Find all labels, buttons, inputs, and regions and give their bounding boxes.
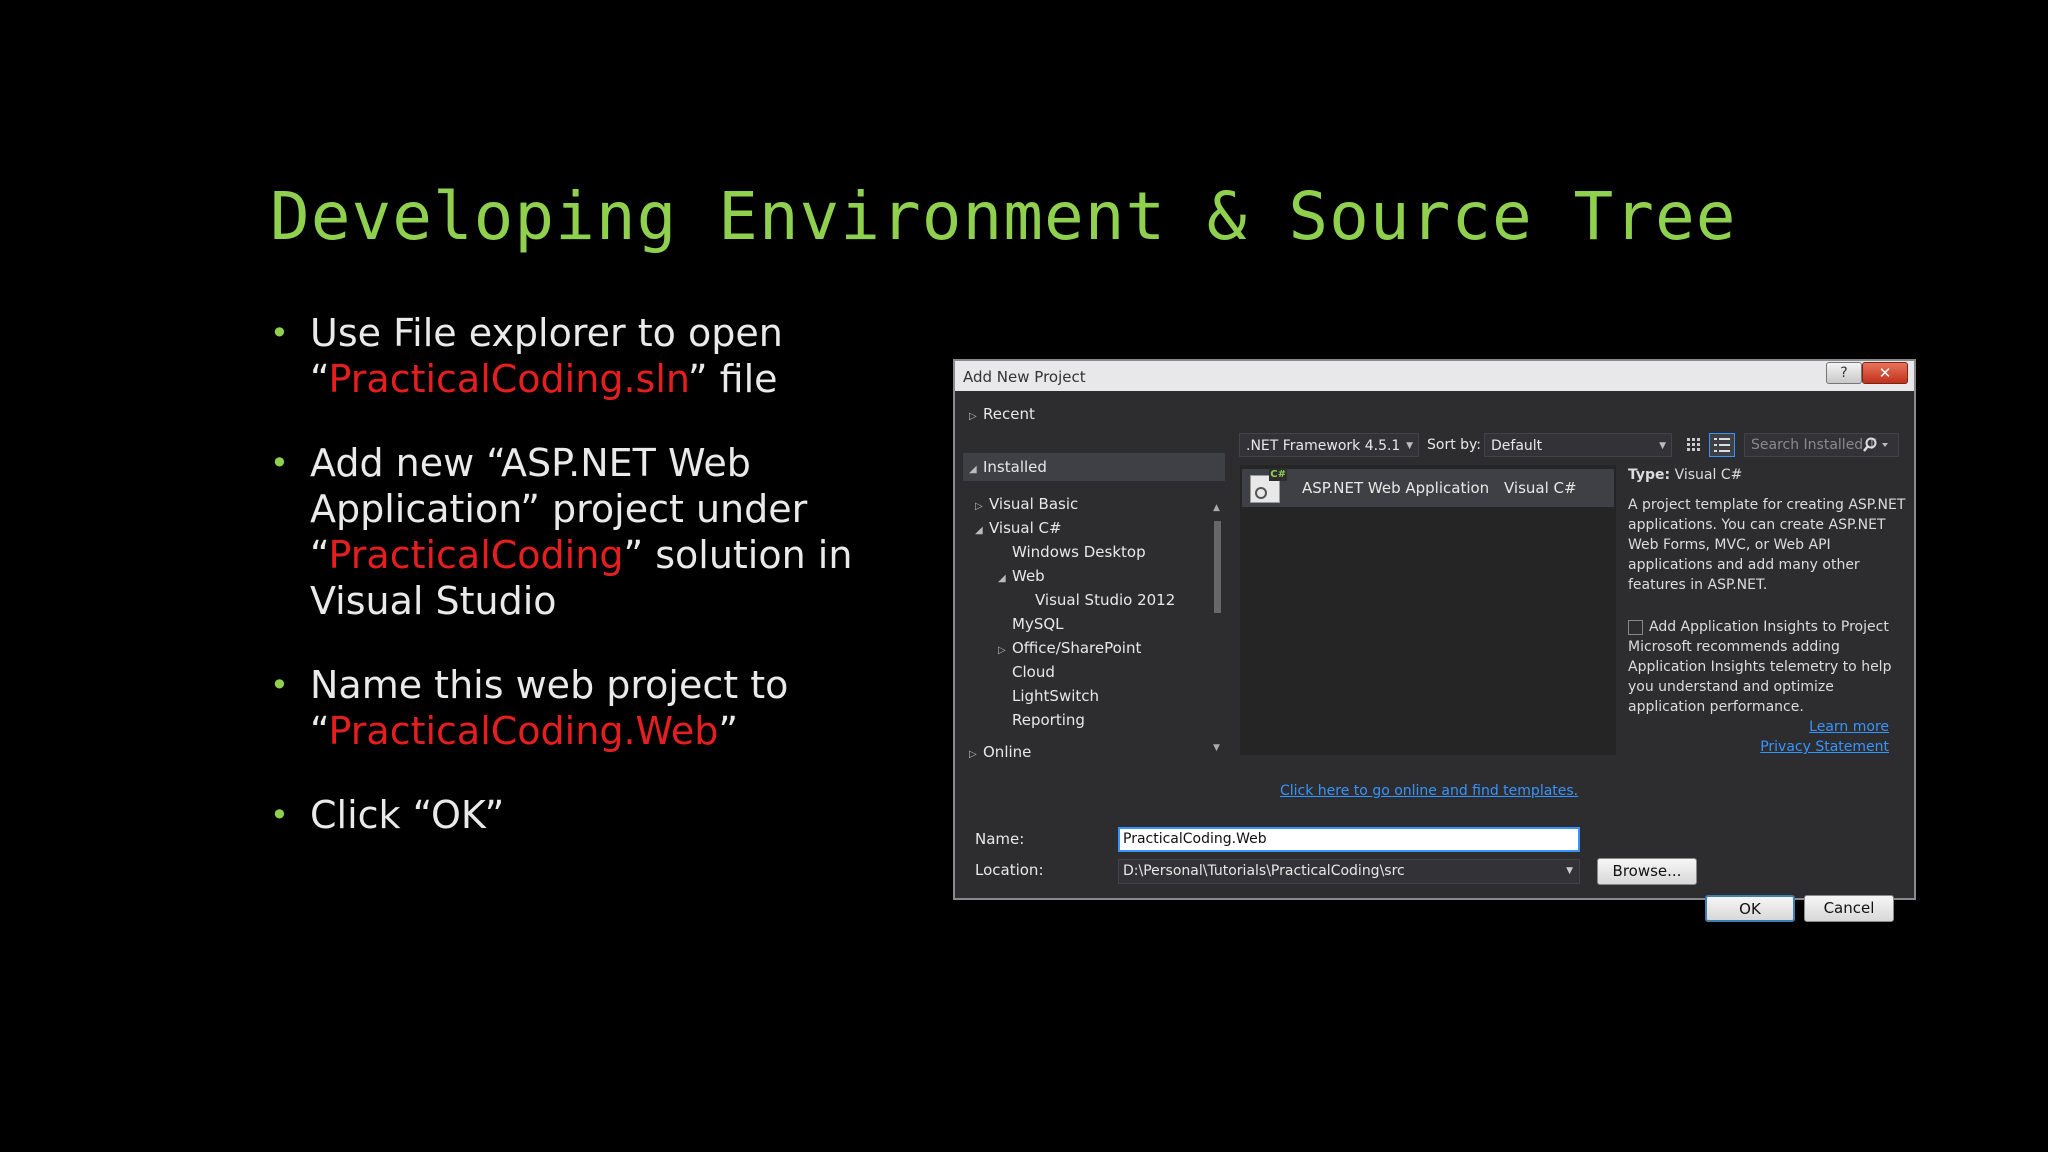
location-value: D:\Personal\Tutorials\PracticalCoding\sr… — [1123, 863, 1405, 879]
list-view-icon[interactable] — [1709, 433, 1735, 457]
scroll-down-icon[interactable]: ▼ — [1213, 743, 1220, 753]
small-icons-view-icon[interactable] — [1686, 437, 1702, 453]
collapse-arrow-icon[interactable]: ◢ — [998, 573, 1012, 584]
template-lang: Visual C# — [1504, 479, 1577, 497]
tree-label: Recent — [983, 405, 1035, 423]
insights-label: Add Application Insights to Project — [1649, 619, 1889, 635]
tree-item-visual-basic[interactable]: ▷ Visual Basic — [975, 495, 1078, 513]
bullet-list: • Use File explorer to open “PracticalCod… — [270, 310, 890, 876]
tree-label: Office/SharePoint — [1012, 639, 1142, 657]
scrollbar-thumb[interactable] — [1214, 521, 1221, 613]
tree-label: LightSwitch — [1012, 687, 1100, 705]
bullet-item: • Name this web project to “PracticalCodi… — [270, 662, 890, 754]
bullet-text-end: ” file — [687, 357, 778, 401]
dialog-titlebar[interactable]: Add New Project ? ✕ — [955, 361, 1914, 391]
bullet-dot: • — [270, 314, 289, 352]
tree-label: Reporting — [1012, 711, 1085, 729]
type-value: Visual C# — [1674, 467, 1743, 483]
close-button[interactable]: ✕ — [1862, 362, 1908, 384]
search-icon[interactable] — [1862, 437, 1892, 453]
dialog-client: ▷ Recent ◢ Installed ▷ Visual Basic ◢ Visual… — [959, 393, 1913, 922]
expand-arrow-icon[interactable]: ▷ — [975, 501, 989, 512]
collapse-arrow-icon[interactable]: ◢ — [969, 464, 983, 475]
collapse-arrow-icon[interactable]: ◢ — [975, 525, 989, 536]
name-label: Name: — [975, 830, 1025, 848]
tree-item-visual-csharp[interactable]: ◢ Visual C# — [975, 519, 1062, 537]
cancel-button[interactable]: Cancel — [1804, 895, 1894, 922]
tree-item-mysql[interactable]: MySQL — [1012, 615, 1064, 633]
tree-label: Visual Basic — [989, 495, 1079, 513]
framework-value: .NET Framework 4.5.1 — [1246, 438, 1401, 454]
bullet-dot: • — [270, 444, 289, 482]
browse-button[interactable]: Browse... — [1597, 858, 1697, 885]
name-input[interactable]: PracticalCoding.Web — [1118, 827, 1580, 852]
sort-by-label: Sort by: — [1427, 437, 1482, 453]
chevron-down-icon: ▼ — [1566, 866, 1573, 876]
tree-item-recent[interactable]: ▷ Recent — [969, 405, 1035, 423]
template-details: Type: Visual C# A project template for c… — [1628, 465, 1913, 757]
location-select[interactable]: D:\Personal\Tutorials\PracticalCoding\sr… — [1118, 859, 1580, 884]
globe-icon — [1255, 487, 1267, 499]
tree-label: Online — [983, 743, 1032, 761]
bullet-dot: • — [270, 666, 289, 704]
expand-arrow-icon[interactable]: ▷ — [969, 411, 983, 422]
dialog-title: Add New Project — [963, 368, 1086, 386]
bullet-item: • Use File explorer to open “PracticalCod… — [270, 310, 890, 402]
tree-label: Installed — [983, 458, 1047, 476]
bullet-highlight: PracticalCoding.sln — [328, 357, 688, 401]
tree-item-lightswitch[interactable]: LightSwitch — [1012, 687, 1099, 705]
tree-item-reporting[interactable]: Reporting — [1012, 711, 1085, 729]
bullet-item: • Add new “ASP.NET Web Application” proje… — [270, 440, 890, 624]
tree-label: MySQL — [1012, 615, 1064, 633]
chevron-down-icon: ▼ — [1659, 441, 1666, 451]
sort-select[interactable]: Default ▼ — [1484, 433, 1672, 457]
bullet-text-end: ” — [718, 709, 739, 753]
tree-item-vs2012[interactable]: Visual Studio 2012 — [1035, 591, 1175, 609]
tree-label: Windows Desktop — [1012, 543, 1146, 561]
add-new-project-dialog: Add New Project ? ✕ ▷ Recent ◢ Installed ▷… — [953, 359, 1916, 922]
insights-text: Microsoft recommends adding Application … — [1628, 639, 1892, 715]
expand-arrow-icon[interactable]: ▷ — [998, 645, 1012, 656]
bullet-highlight: PracticalCoding — [328, 533, 624, 577]
help-button[interactable]: ? — [1826, 362, 1862, 384]
bullet-item: • Click “OK” — [270, 792, 890, 838]
template-list: C# ASP.NET Web Application Visual C# — [1240, 465, 1616, 755]
tree-label: Visual C# — [989, 519, 1062, 537]
tree-item-online[interactable]: ▷ Online — [969, 743, 1031, 761]
web-application-icon: C# — [1250, 468, 1287, 503]
tree-item-windows-desktop[interactable]: Windows Desktop — [1012, 543, 1146, 561]
framework-select[interactable]: .NET Framework 4.5.1 ▼ — [1239, 433, 1419, 457]
expand-arrow-icon[interactable]: ▷ — [969, 749, 983, 760]
template-name: ASP.NET Web Application — [1302, 479, 1490, 497]
tree-label: Visual Studio 2012 — [1035, 591, 1176, 609]
template-description: A project template for creating ASP.NET … — [1628, 497, 1906, 593]
location-label: Location: — [975, 861, 1044, 879]
tree-scrollbar[interactable]: ▲ ▼ — [1211, 503, 1223, 753]
tree-item-installed[interactable]: ◢ Installed — [969, 458, 1047, 476]
insights-checkbox[interactable] — [1628, 619, 1643, 635]
privacy-statement-link[interactable]: Privacy Statement — [1760, 739, 1889, 755]
sort-value: Default — [1491, 438, 1543, 454]
type-label: Type: — [1628, 467, 1671, 483]
ok-button[interactable]: OK — [1705, 895, 1795, 922]
tree-item-cloud[interactable]: Cloud — [1012, 663, 1055, 681]
tree-label: Web — [1012, 567, 1045, 585]
insights-row[interactable]: Add Application Insights to Project — [1628, 617, 1913, 637]
scroll-up-icon[interactable]: ▲ — [1213, 503, 1220, 513]
tree-item-web[interactable]: ◢ Web — [998, 567, 1045, 585]
online-templates-link[interactable]: Click here to go online and find templat… — [1280, 783, 1578, 799]
template-tree: ▷ Recent ◢ Installed ▷ Visual Basic ◢ Visual… — [959, 393, 1229, 783]
tree-item-office-sharepoint[interactable]: ▷ Office/SharePoint — [998, 639, 1141, 657]
csharp-badge: C# — [1269, 468, 1287, 481]
chevron-down-icon: ▼ — [1406, 441, 1413, 451]
bullet-highlight: PracticalCoding.Web — [328, 709, 719, 753]
bullet-dot: • — [270, 796, 289, 834]
tree-label: Cloud — [1012, 663, 1055, 681]
bullet-text: Click “OK” — [310, 793, 505, 837]
template-item-aspnet[interactable]: C# ASP.NET Web Application Visual C# — [1242, 468, 1614, 507]
learn-more-link[interactable]: Learn more — [1809, 719, 1889, 735]
slide-title: Developing Environment & Source Tree — [270, 178, 1737, 255]
template-toolbar: .NET Framework 4.5.1 ▼ Sort by: Default ▼ … — [1239, 433, 1899, 459]
